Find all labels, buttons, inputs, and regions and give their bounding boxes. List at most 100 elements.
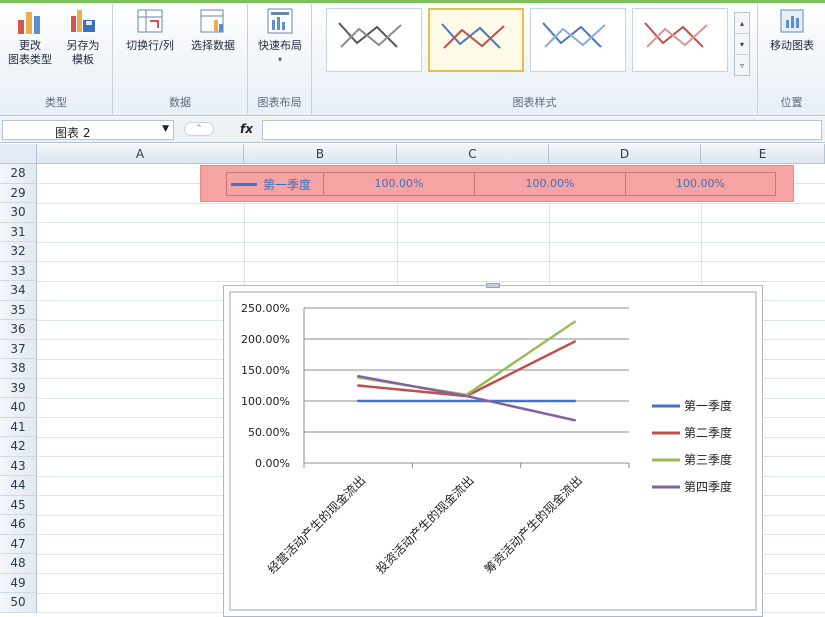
quick-layout-chevron-down-icon: ▾ (277, 55, 282, 64)
formula-toggle-button[interactable]: ⌃ (184, 122, 214, 136)
column-header-a[interactable]: A (37, 144, 244, 164)
column-header-b[interactable]: B (244, 144, 397, 164)
change-chart-type-label2: 图表类型 (8, 53, 52, 66)
row-header-46[interactable]: 46 (0, 515, 37, 535)
gallery-scroll-up-button[interactable]: ▴ (735, 13, 749, 34)
ribbon-group-type-label: 类型 (45, 96, 67, 109)
chart-type-icon (18, 12, 40, 34)
row-header-32[interactable]: 32 (0, 242, 37, 262)
formula-controls: ⌃ fx (178, 120, 258, 140)
chart-plot-svg: 250.00%200.00%150.00%100.00%50.00%0.00%经… (229, 291, 757, 611)
row-header-40[interactable]: 40 (0, 398, 37, 418)
row-gridline (37, 202, 825, 204)
chart-style-thumb-3[interactable] (530, 8, 626, 72)
row-header-29[interactable]: 29 (0, 183, 37, 203)
series-point (356, 399, 360, 403)
legend-entry-1: 第一季度 (684, 398, 732, 413)
move-chart-label: 移动图表 (770, 39, 814, 52)
row-header-50[interactable]: 50 (0, 593, 37, 613)
row-header-38[interactable]: 38 (0, 359, 37, 379)
ribbon-group-styles-label: 图表样式 (512, 96, 557, 109)
column-header-d[interactable]: D (549, 144, 701, 164)
row-header-43[interactable]: 43 (0, 456, 37, 476)
row-header-35[interactable]: 35 (0, 300, 37, 320)
name-box-value: 图表 2 (55, 126, 91, 140)
chart-style-thumb-2[interactable] (428, 8, 524, 72)
chart-style-thumb-4[interactable] (632, 8, 728, 72)
line-chart[interactable]: 250.00% 200.00% 150.00% 100.00% 50.00% 0.00% 经… (223, 283, 763, 617)
ribbon-group-data-label: 数据 (169, 96, 191, 109)
data-table-legend-cell: 第一季度 (227, 173, 324, 195)
series-point (465, 394, 468, 398)
series-point (573, 320, 577, 323)
row-header-47[interactable]: 47 (0, 534, 37, 554)
ribbon-group-layout-label: 图表布局 (257, 96, 302, 109)
row-header-42[interactable]: 42 (0, 437, 37, 457)
row-header-37[interactable]: 37 (0, 339, 37, 359)
move-chart-button[interactable]: 移动图表 (762, 6, 822, 53)
row-header-31[interactable]: 31 (0, 222, 37, 242)
gallery-scrollbar[interactable]: ▴ ▾ ▿ (734, 12, 750, 76)
row-header-36[interactable]: 36 (0, 320, 37, 340)
ribbon-group-location-label: 位置 (780, 96, 803, 109)
row-header-33[interactable]: 33 (0, 261, 37, 281)
series-point (465, 399, 468, 403)
data-table-row: 第一季度 100.00% 100.00% 100.00% (226, 172, 776, 196)
formula-input[interactable] (262, 120, 822, 140)
quick-layout-icon (267, 8, 293, 34)
data-table-legend-key (231, 183, 257, 186)
y-tick-label: 250.00% (241, 302, 290, 315)
data-table-series-name: 第一季度 (263, 178, 312, 192)
row-header-39[interactable]: 39 (0, 378, 37, 398)
save-as-template-button[interactable]: 另存为 模板 (58, 6, 108, 67)
ribbon-tab-accent (0, 0, 825, 3)
data-table-value-2: 100.00% (475, 173, 626, 195)
switch-row-column-icon (137, 9, 163, 33)
change-chart-type-label1: 更改 (19, 39, 41, 52)
ribbon-group-type: 更改 图表类型 另存为 模板 类型 (0, 4, 113, 114)
chart-style-preview-icon (644, 22, 708, 48)
ribbon-group-location: 移动图表 位置 (758, 4, 825, 114)
chart-data-table[interactable]: 第一季度 100.00% 100.00% 100.00% (200, 165, 794, 202)
y-tick-label: 100.00% (241, 395, 290, 408)
ribbon-group-styles: ▴ ▾ ▿ 图表样式 (312, 4, 758, 114)
row-header-41[interactable]: 41 (0, 417, 37, 437)
ribbon-group-data: 切换行/列 选择数据 数据 (113, 4, 248, 114)
column-header-e[interactable]: E (701, 144, 825, 164)
series-point (356, 384, 360, 387)
move-chart-icon (780, 9, 804, 33)
ribbon: 更改 图表类型 另存为 模板 类型 切换行/列 选择数据 数据 快速布局 ▾ 图… (0, 0, 825, 116)
row-header-44[interactable]: 44 (0, 476, 37, 496)
save-template-label1: 另存为 (66, 39, 100, 52)
name-box-chevron-down-icon[interactable]: ▼ (162, 124, 169, 134)
change-chart-type-button[interactable]: 更改 图表类型 (4, 6, 56, 67)
y-tick-label: 50.00% (248, 426, 290, 439)
chart-style-preview-icon (441, 23, 505, 49)
select-data-button[interactable]: 选择数据 (183, 6, 243, 53)
save-template-label2: 模板 (72, 53, 94, 66)
select-all-corner[interactable] (0, 144, 37, 164)
row-header-28[interactable]: 28 (0, 164, 37, 184)
y-tick-label: 200.00% (241, 333, 290, 346)
row-header-45[interactable]: 45 (0, 495, 37, 515)
gallery-scroll-down-button[interactable]: ▾ (735, 34, 749, 55)
series-point (356, 375, 360, 378)
series-point (573, 340, 577, 343)
row-header-30[interactable]: 30 (0, 203, 37, 223)
row-gridline (37, 241, 825, 243)
row-header-49[interactable]: 49 (0, 573, 37, 593)
row-header-34[interactable]: 34 (0, 281, 37, 301)
name-box[interactable]: 图表 2 ▼ (2, 120, 174, 140)
gallery-more-button[interactable]: ▿ (735, 55, 749, 76)
select-data-label: 选择数据 (191, 39, 235, 52)
insert-function-icon[interactable]: fx (240, 122, 253, 136)
chart-style-thumb-1[interactable] (326, 8, 422, 72)
quick-layout-button[interactable]: 快速布局 ▾ (252, 6, 308, 67)
row-header-48[interactable]: 48 (0, 554, 37, 574)
ribbon-group-layout: 快速布局 ▾ 图表布局 (248, 4, 312, 114)
chart-style-preview-icon (338, 22, 402, 48)
column-header-c[interactable]: C (397, 144, 549, 164)
chart-style-preview-icon (542, 22, 606, 48)
formula-bar: 图表 2 ▼ ⌃ fx (0, 117, 825, 143)
switch-row-column-button[interactable]: 切换行/列 (119, 6, 181, 53)
